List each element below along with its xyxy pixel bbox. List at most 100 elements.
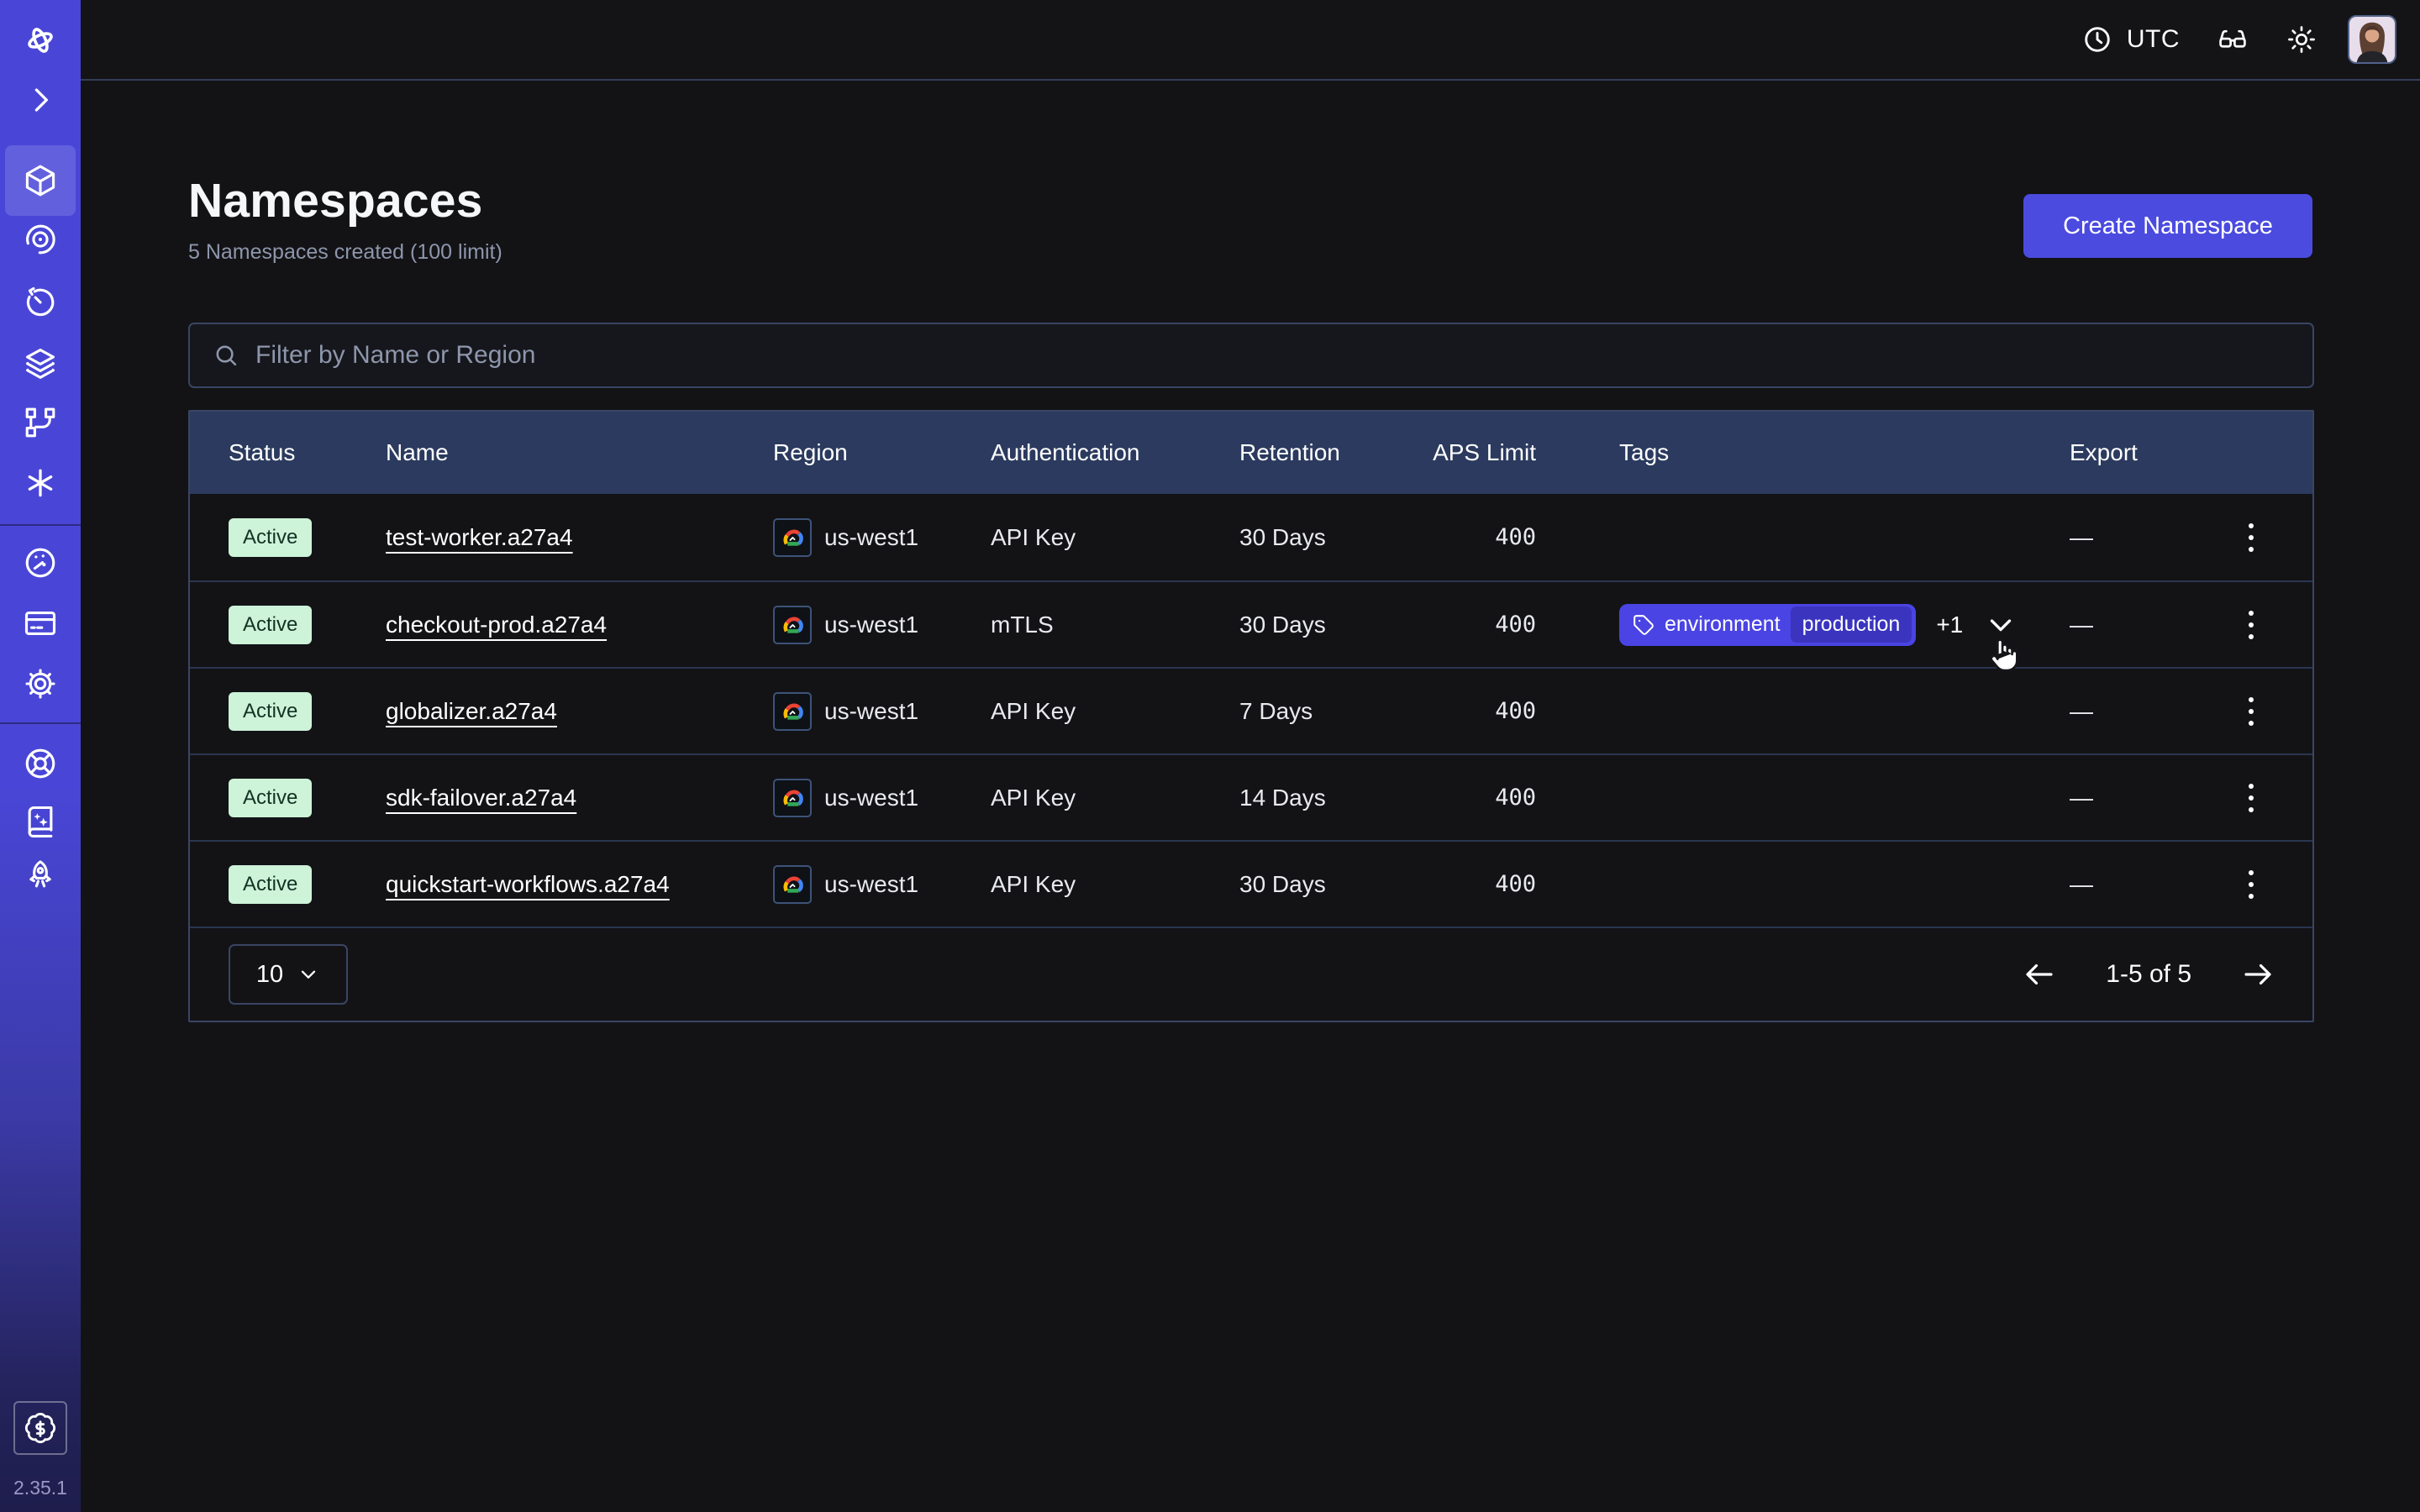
sidebar-divider <box>0 524 81 526</box>
namespace-link[interactable]: quickstart-workflows.a27a4 <box>386 871 670 897</box>
page-title: Namespaces <box>188 173 2314 228</box>
retention-cell: 30 Days <box>1239 612 1430 638</box>
expand-chevron-icon[interactable] <box>0 66 81 134</box>
export-cell: — <box>2070 871 2190 898</box>
workflow-branch-icon[interactable] <box>0 389 81 456</box>
status-badge: Active <box>229 606 312 644</box>
monitor-eye-icon[interactable] <box>0 206 81 273</box>
col-name: Name <box>386 439 773 466</box>
namespaces-cube-icon[interactable] <box>0 147 81 214</box>
col-tags: Tags <box>1536 439 2070 466</box>
row-actions-button[interactable] <box>2237 515 2265 560</box>
namespace-link[interactable]: checkout-prod.a27a4 <box>386 612 607 638</box>
authentication-cell: API Key <box>991 785 1239 811</box>
table-row: Active globalizer.a27a4 us-west1 API Key… <box>190 667 2312 753</box>
usage-gauge-icon[interactable] <box>0 529 81 596</box>
export-cell: — <box>2070 612 2190 638</box>
settings-gear-icon[interactable] <box>0 650 81 717</box>
nexus-asterisk-icon[interactable] <box>0 449 81 517</box>
app-version: 2.35.1 <box>0 1477 81 1499</box>
table-row: Active checkout-prod.a27a4 us-west1 mTLS… <box>190 580 2312 667</box>
namespace-link[interactable]: test-worker.a27a4 <box>386 524 573 550</box>
status-badge: Active <box>229 692 312 731</box>
chevron-down-icon <box>1983 607 2018 643</box>
sidebar: 2.35.1 <box>0 0 81 1512</box>
aps-limit-cell: 400 <box>1430 612 1536 638</box>
topbar: UTC <box>81 0 2420 81</box>
billing-card-icon[interactable] <box>0 590 81 657</box>
namespace-link[interactable]: globalizer.a27a4 <box>386 698 557 724</box>
filter-bar <box>188 323 2314 388</box>
authentication-cell: API Key <box>991 871 1239 898</box>
status-badge: Active <box>229 518 312 557</box>
namespaces-table: Status Name Region Authentication Retent… <box>188 410 2314 1022</box>
authentication-cell: mTLS <box>991 612 1239 638</box>
arrow-right-icon <box>2240 957 2275 992</box>
getting-started-rocket-icon[interactable] <box>0 842 81 909</box>
gcp-region-icon <box>773 606 812 644</box>
labs-glasses-button[interactable] <box>2198 0 2267 80</box>
filter-input[interactable] <box>255 341 2291 370</box>
temporal-logo[interactable] <box>0 7 81 74</box>
theme-toggle-button[interactable] <box>2267 0 2336 80</box>
table-header-row: Status Name Region Authentication Retent… <box>190 412 2312 494</box>
next-page-button[interactable] <box>2240 957 2275 992</box>
retention-cell: 30 Days <box>1239 524 1430 551</box>
main-content: Namespaces 5 Namespaces created (100 lim… <box>81 82 2420 1512</box>
export-cell: — <box>2070 785 2190 811</box>
tags-more-count: +1 <box>1936 612 1963 638</box>
search-icon <box>212 341 240 370</box>
authentication-cell: API Key <box>991 524 1239 551</box>
timer-icon[interactable] <box>0 269 81 336</box>
row-actions-button[interactable] <box>2237 602 2265 648</box>
col-authentication: Authentication <box>991 439 1239 466</box>
create-namespace-button[interactable]: Create Namespace <box>2023 194 2312 258</box>
gcp-region-icon <box>773 779 812 817</box>
row-actions-button[interactable] <box>2237 862 2265 907</box>
retention-cell: 14 Days <box>1239 785 1430 811</box>
tags-expand-chevron[interactable] <box>1983 607 2018 643</box>
tags-cell: environment production +1 <box>1536 604 2070 646</box>
tag-icon <box>1633 614 1655 636</box>
col-retention: Retention <box>1239 439 1430 466</box>
region-label: us-west1 <box>824 871 918 898</box>
region-label: us-west1 <box>824 612 918 638</box>
table-footer: 10 1-5 of 5 <box>190 927 2312 1021</box>
credits-badge-dollar-icon[interactable] <box>13 1401 67 1455</box>
col-aps-limit: APS Limit <box>1430 439 1536 466</box>
sun-icon <box>2286 24 2317 55</box>
prev-page-button[interactable] <box>2022 957 2057 992</box>
namespace-link[interactable]: sdk-failover.a27a4 <box>386 785 576 811</box>
arrow-left-icon <box>2022 957 2057 992</box>
col-export: Export <box>2070 439 2190 466</box>
region-label: us-west1 <box>824 698 918 725</box>
table-row: Active sdk-failover.a27a4 us-west1 API K… <box>190 753 2312 840</box>
gcp-region-icon <box>773 518 812 557</box>
layers-icon[interactable] <box>0 329 81 396</box>
support-lifebuoy-icon[interactable] <box>0 730 81 797</box>
gcp-region-icon <box>773 692 812 731</box>
status-badge: Active <box>229 865 312 904</box>
row-actions-button[interactable] <box>2237 689 2265 734</box>
clock-icon <box>2081 24 2113 55</box>
sidebar-divider <box>0 722 81 724</box>
col-region: Region <box>773 439 991 466</box>
aps-limit-cell: 400 <box>1430 871 1536 897</box>
retention-cell: 7 Days <box>1239 698 1430 725</box>
export-cell: — <box>2070 698 2190 725</box>
tag-chip[interactable]: environment production <box>1619 604 1916 646</box>
pagination-range: 1-5 of 5 <box>2106 960 2191 989</box>
table-row: Active quickstart-workflows.a27a4 us-wes… <box>190 840 2312 927</box>
col-status: Status <box>190 439 386 466</box>
chevron-down-icon <box>297 963 320 986</box>
timezone-button[interactable]: UTC <box>2063 0 2198 80</box>
page-size-value: 10 <box>256 961 283 989</box>
retention-cell: 30 Days <box>1239 871 1430 898</box>
user-avatar[interactable] <box>2348 15 2396 64</box>
page-size-select[interactable]: 10 <box>229 944 348 1005</box>
region-label: us-west1 <box>824 785 918 811</box>
row-actions-button[interactable] <box>2237 775 2265 821</box>
region-label: us-west1 <box>824 524 918 551</box>
export-cell: — <box>2070 524 2190 551</box>
aps-limit-cell: 400 <box>1430 698 1536 724</box>
